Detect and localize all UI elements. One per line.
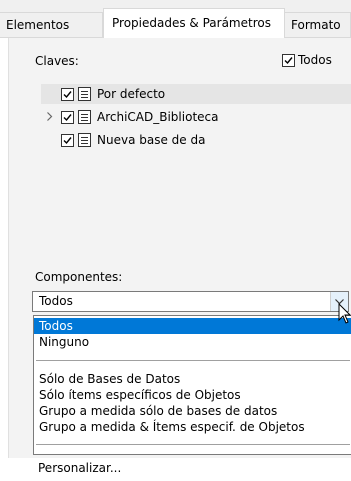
claves-label: Claves:	[35, 54, 79, 68]
option-grupo-bases-datos[interactable]: Grupo a medida sólo de bases de datos	[34, 403, 351, 419]
tab-label: Elementos	[6, 18, 70, 32]
option-solo-items-objetos[interactable]: Sólo ítems específicos de Objetos	[34, 387, 351, 403]
tab-elementos[interactable]: Elementos	[0, 12, 103, 37]
option-ninguno[interactable]: Ninguno	[34, 334, 351, 350]
option-solo-bases-datos[interactable]: Sólo de Bases de Datos	[34, 371, 351, 387]
tab-label: Formato	[291, 18, 341, 32]
tree-item-label: Nueva base de da	[97, 133, 206, 147]
tab-propiedades-parametros[interactable]: Propiedades & Parámetros	[103, 8, 285, 38]
componentes-dropdown[interactable]: Todos	[32, 291, 349, 312]
database-icon	[78, 87, 91, 101]
chevron-right-icon[interactable]	[45, 109, 55, 123]
tree-item-archicad-biblioteca[interactable]: ArchiCAD_Biblioteca	[41, 107, 351, 127]
option-todos[interactable]: Todos	[34, 318, 351, 334]
list-separator	[36, 444, 350, 445]
mouse-pointer-icon	[338, 303, 351, 324]
tree-item-label: Por defecto	[97, 87, 166, 101]
tree-item-por-defecto[interactable]: Por defecto	[41, 84, 351, 104]
option-grupo-items-objetos[interactable]: Grupo a medida & Ítems especif. de Objet…	[34, 419, 351, 435]
tab-label: Propiedades & Parámetros	[112, 16, 271, 30]
tree-item-nueva-base[interactable]: Nueva base de da	[41, 130, 351, 150]
tree-item-label: ArchiCAD_Biblioteca	[97, 110, 219, 124]
componentes-option-list: Todos Ninguno Sólo de Bases de Datos Sól…	[33, 315, 351, 455]
option-personalizar[interactable]: Personalizar...	[33, 458, 351, 478]
checkbox-checked-icon[interactable]	[61, 88, 74, 101]
list-separator	[36, 360, 350, 361]
database-icon	[78, 133, 91, 147]
checkbox-checked-icon[interactable]	[61, 134, 74, 147]
tab-formato[interactable]: Formato	[285, 12, 351, 37]
dropdown-value: Todos	[39, 294, 73, 308]
todos-label: Todos	[298, 53, 332, 67]
database-icon	[78, 110, 91, 124]
componentes-label: Componentes:	[35, 270, 123, 284]
checkbox-checked-icon[interactable]	[61, 111, 74, 124]
checkbox-checked-icon	[282, 54, 295, 67]
